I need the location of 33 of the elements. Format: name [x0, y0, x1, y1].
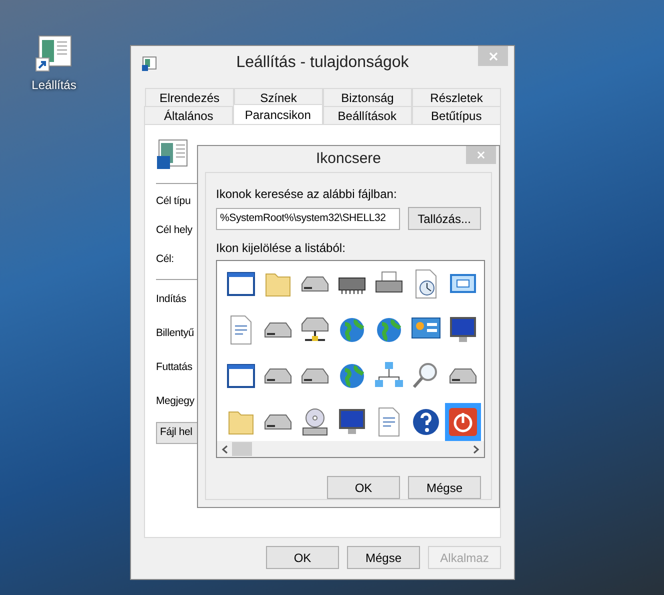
- dialog-button[interactable]: OK: [327, 476, 400, 499]
- field-label: Megjegy: [156, 394, 194, 408]
- field-label: Futtatás: [156, 360, 192, 375]
- tab[interactable]: Beállítások: [322, 106, 412, 124]
- close-icon: [477, 151, 485, 159]
- horizontal-scrollbar[interactable]: [217, 441, 484, 457]
- search-label: Ikonok keresése az alábbi fájlban:: [216, 186, 398, 203]
- help-icon: [410, 406, 442, 438]
- tab[interactable]: Általános: [144, 106, 234, 124]
- list-label: Ikon kijelölése a listából:: [216, 240, 346, 257]
- shortcut-icon: [141, 56, 157, 72]
- desktop-icon-label[interactable]: Leállítás: [32, 76, 76, 94]
- field-label: Indítás: [156, 292, 186, 308]
- field-label: Billentyű: [156, 326, 194, 341]
- dialog-button[interactable]: Mégse: [408, 476, 481, 499]
- dialog-button[interactable]: Tallózás...: [408, 207, 481, 230]
- field-label: Cél:: [156, 252, 174, 266]
- shortcut-icon[interactable]: [34, 34, 74, 74]
- tab[interactable]: Betűtípus: [412, 106, 501, 124]
- dialog-button[interactable]: Mégse: [347, 546, 420, 569]
- power-icon: [447, 406, 479, 438]
- tab[interactable]: Biztonság: [323, 88, 412, 106]
- tab[interactable]: Elrendezés: [145, 88, 234, 106]
- field-label: Cél típu: [156, 194, 191, 209]
- file-path-field[interactable]: %SystemRoot%\system32\SHELL32: [216, 208, 400, 230]
- dialog-title: Ikoncsere: [316, 148, 382, 169]
- tab[interactable]: Részletek: [412, 88, 501, 106]
- tab[interactable]: Parancsikon: [233, 104, 322, 124]
- field-label: Cél hely: [156, 222, 192, 238]
- shortcut-icon: [156, 139, 188, 171]
- close-icon: [488, 52, 498, 60]
- dialog-button[interactable]: OK: [266, 546, 339, 569]
- window-title: Leállítás - tulajdonságok: [236, 53, 409, 73]
